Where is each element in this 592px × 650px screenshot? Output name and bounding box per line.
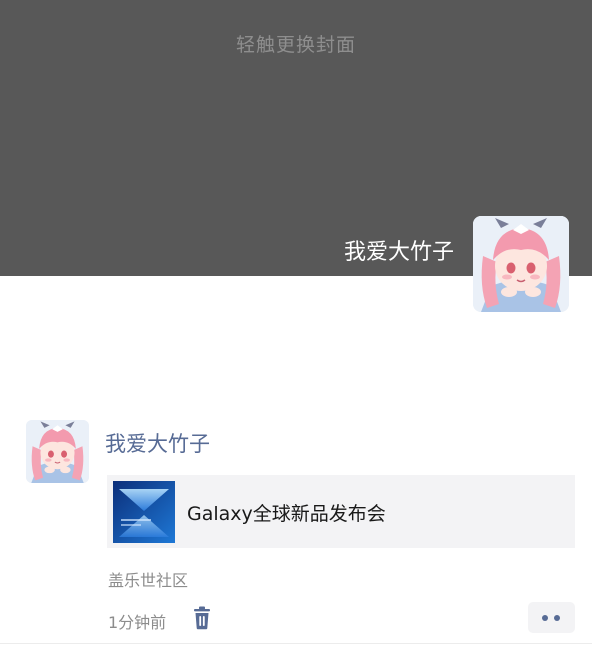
post-author-name[interactable]: 我爱大竹子 — [105, 428, 210, 458]
post-divider — [0, 643, 592, 644]
shared-link-title: Galaxy全球新品发布会 — [187, 503, 386, 525]
more-dots-icon — [554, 615, 560, 621]
more-dots-icon — [542, 615, 548, 621]
post-author-avatar[interactable] — [26, 420, 89, 483]
galaxy-event-thumbnail-icon — [113, 481, 175, 543]
profile-avatar[interactable] — [473, 216, 569, 312]
anime-girl-avatar-icon — [473, 216, 569, 312]
more-actions-button[interactable] — [528, 602, 575, 633]
profile-name: 我爱大竹子 — [343, 240, 454, 265]
anime-girl-avatar-icon — [26, 420, 89, 483]
cover-hint[interactable]: 轻触更换封面 — [0, 30, 592, 57]
trash-icon[interactable] — [191, 606, 213, 630]
moments-page: 轻触更换封面 我爱大竹子 我爱大竹子 Galaxy全球新品发布会 盖乐世社区 1… — [0, 0, 592, 650]
shared-link-card[interactable]: Galaxy全球新品发布会 — [107, 475, 575, 548]
post-source[interactable]: 盖乐世社区 — [108, 567, 188, 591]
post-time: 1分钟前 — [108, 613, 167, 632]
